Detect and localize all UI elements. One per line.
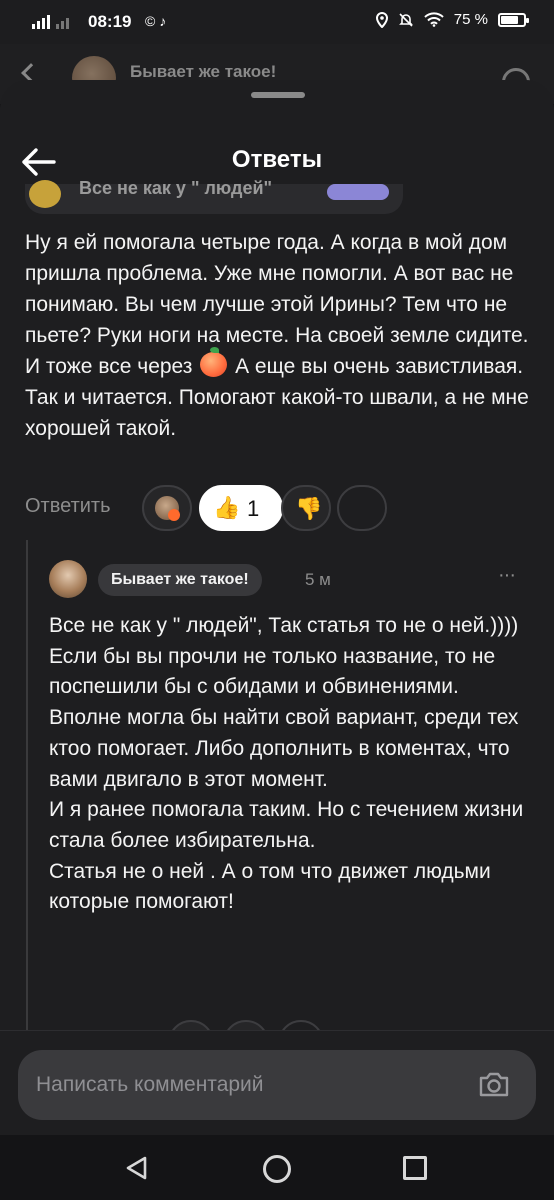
parent-comment-author-chip: Все не как у " людей" bbox=[25, 178, 403, 214]
author-badge bbox=[327, 184, 389, 200]
add-reaction-button[interactable] bbox=[337, 485, 387, 531]
nav-recents-icon[interactable] bbox=[403, 1156, 427, 1180]
nav-back-icon[interactable] bbox=[124, 1155, 150, 1181]
location-icon bbox=[375, 11, 388, 28]
nav-home-icon[interactable] bbox=[263, 1155, 291, 1183]
thumbs-up-icon: 👍 bbox=[213, 495, 241, 520]
battery-percent: 75 % bbox=[453, 11, 488, 28]
reply-author-avatar[interactable] bbox=[49, 560, 87, 598]
sheet-drag-handle[interactable] bbox=[251, 92, 305, 98]
status-indicators: 75 % bbox=[375, 11, 529, 28]
peach-emoji-icon bbox=[200, 347, 228, 377]
system-navigation-bar bbox=[0, 1135, 554, 1200]
reply-text: Все не как у " людей", Так статья то не … bbox=[49, 611, 524, 918]
like-count: 1 bbox=[247, 496, 260, 521]
camera-icon[interactable] bbox=[478, 1069, 510, 1099]
signal-icon bbox=[32, 15, 69, 29]
reply-paragraph: И я ранее помогала таким. Но с течением … bbox=[49, 798, 524, 852]
comment-input[interactable] bbox=[18, 1050, 536, 1120]
reply-button[interactable]: Ответить bbox=[25, 495, 111, 518]
replies-sheet: Ответы Все не как у " людей" Ну я ей пом… bbox=[0, 80, 554, 1135]
thread-line bbox=[26, 540, 28, 1060]
parent-author-avatar bbox=[29, 180, 61, 208]
status-time: 08:19 bbox=[88, 12, 132, 31]
heart-icon bbox=[168, 509, 180, 521]
more-options-icon[interactable]: ··· bbox=[498, 564, 516, 587]
reply-paragraph: Все не как у " людей", Так статья то не … bbox=[49, 614, 519, 699]
thumbs-down-icon: 👎 bbox=[295, 496, 323, 521]
reply-paragraph: Вполне могла бы найти свой вариант, сред… bbox=[49, 706, 519, 791]
comment-input-bar bbox=[0, 1030, 554, 1135]
like-button[interactable]: 👍 1 bbox=[199, 485, 283, 531]
parent-comment-text: Ну я ей помогала четыре года. А когда в … bbox=[25, 227, 535, 444]
comment-actions: Ответить 👍 1 👎 bbox=[25, 483, 425, 533]
reply-author-name[interactable]: Бывает же такое! bbox=[98, 564, 262, 596]
battery-icon bbox=[498, 12, 529, 27]
wifi-icon bbox=[424, 12, 444, 27]
mute-bell-icon bbox=[398, 12, 413, 27]
parent-author-name: Все не как у " людей" bbox=[79, 178, 273, 198]
reply-paragraph: Статья не о ней . А о том что движет люд… bbox=[49, 859, 491, 914]
status-bar: 08:19 © ♪ 75 % bbox=[0, 0, 554, 44]
sheet-title: Ответы bbox=[231, 146, 323, 173]
background-channel-title: Бывает же такое! bbox=[130, 62, 277, 81]
reply-header: Бывает же такое! 5 м ··· bbox=[49, 560, 529, 602]
notification-app-icons: © ♪ bbox=[145, 13, 167, 29]
battery-level-fill bbox=[501, 15, 519, 24]
author-heart-reaction[interactable] bbox=[142, 485, 192, 531]
reply-timestamp: 5 м bbox=[305, 570, 331, 589]
dislike-button[interactable]: 👎 bbox=[281, 485, 331, 531]
